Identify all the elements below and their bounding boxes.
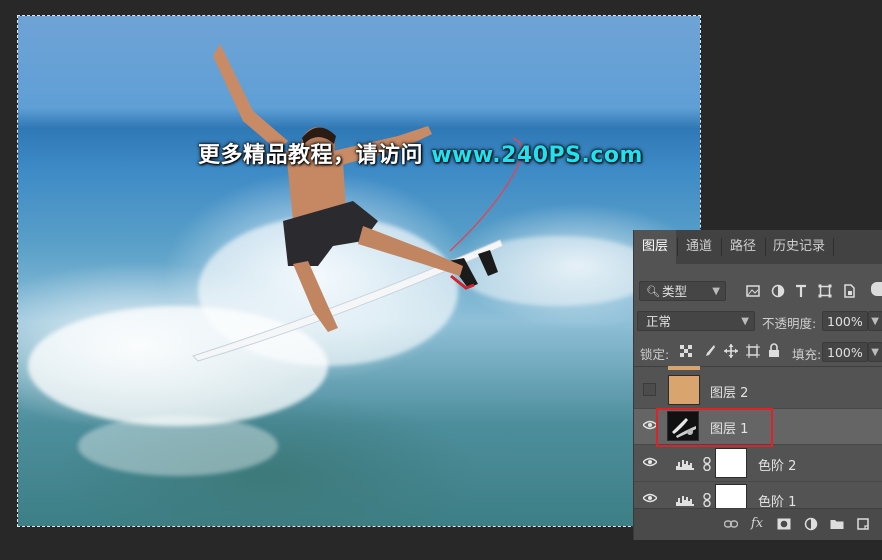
chevron-down-icon: ▼ [871,316,879,327]
blend-mode-value: 正常 [646,314,672,329]
eye-icon[interactable] [643,493,657,503]
fill-label: 填充: [792,347,822,362]
smart-object-filter-icon[interactable] [842,284,856,298]
lock-position-icon[interactable] [724,344,738,358]
layers-panel: 图层 通道 路径 历史记录 🔍︎ 类型 ▼ 正常 ▼ 不透明度: 100% ▼ … [633,230,882,540]
type-filter-icon[interactable] [794,284,808,298]
layer-name: 色阶 2 [758,459,797,474]
layer-thumbnail [668,375,700,405]
surfer-photo [192,44,523,362]
adjustment-icon[interactable] [804,517,818,531]
opacity-value: 100% [827,314,863,329]
chevron-down-icon: ▼ [871,347,879,358]
levels-histogram-icon [676,460,694,470]
lock-image-icon[interactable] [702,344,716,358]
folder-icon[interactable] [830,517,844,531]
layers-panel-footer: fx [634,508,882,540]
opacity-dropdown[interactable]: ▼ [868,311,882,331]
fill-input[interactable]: 100% [822,342,868,362]
panel-tabs: 图层 通道 路径 历史记录 [634,230,882,264]
chevron-down-icon: ▼ [741,316,749,327]
tab-layers[interactable]: 图层 [634,230,676,264]
mask-icon[interactable] [777,517,791,531]
lock-all-icon[interactable] [768,343,780,358]
filter-toggle-switch[interactable] [871,282,882,296]
eye-icon[interactable] [643,457,657,467]
layer-row-layer2[interactable]: 图层 2 [634,373,882,409]
layer-thumbnail-partial [668,366,700,370]
layer-name: 图层 2 [710,386,749,401]
highlight-box [656,408,773,447]
mask-link-icon[interactable] [702,493,712,507]
fx-icon[interactable]: fx [750,517,764,531]
wave-spray [78,416,278,476]
blend-mode-select[interactable]: 正常 ▼ [637,311,755,331]
filter-type-select[interactable]: 🔍︎ 类型 ▼ [639,281,726,301]
adjustment-filter-icon[interactable] [771,284,785,298]
image-filter-icon[interactable] [746,284,760,298]
eye-icon[interactable] [643,420,657,430]
lock-label: 锁定: [640,347,670,362]
watermark-cn: 更多精品教程，请访问 [198,143,424,168]
opacity-input[interactable]: 100% [822,311,868,331]
shape-filter-icon[interactable] [818,284,832,298]
layer-row-levels2[interactable]: 色阶 2 [634,446,882,482]
search-icon: 🔍︎ [646,285,660,298]
tab-channels[interactable]: 通道 [678,230,720,264]
watermark-text: 更多精品教程，请访问 www.240PS.com [198,137,643,169]
levels-histogram-icon [676,496,694,506]
lock-artboard-icon[interactable] [746,344,760,358]
filter-type-label: 类型 [662,284,688,299]
visibility-toggle-off[interactable] [643,383,656,396]
tab-paths[interactable]: 路径 [722,230,764,264]
watermark-url: www.240PS.com [431,143,643,168]
tab-history[interactable]: 历史记录 [766,230,832,264]
new-layer-icon[interactable] [856,517,870,531]
fill-dropdown[interactable]: ▼ [868,342,882,362]
lock-row: 锁定: 填充: 100% ▼ [634,336,882,366]
lock-transparent-icon[interactable] [680,345,692,357]
fill-value: 100% [827,345,863,360]
link-icon[interactable] [724,517,738,531]
chevron-down-icon: ▼ [712,286,720,297]
mask-link-icon[interactable] [702,457,712,471]
filter-row: 🔍︎ 类型 ▼ [634,264,882,304]
blend-row: 正常 ▼ 不透明度: 100% ▼ [634,304,882,336]
layer-mask-thumbnail[interactable] [715,448,747,478]
opacity-label: 不透明度: [762,316,817,331]
document-canvas[interactable]: 更多精品教程，请访问 www.240PS.com [17,15,701,527]
